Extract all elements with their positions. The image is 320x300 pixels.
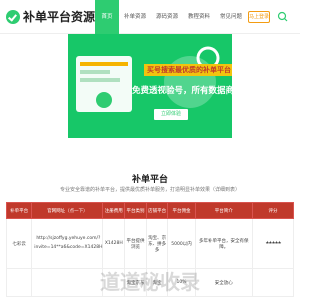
column-header: 平台类别 (124, 202, 147, 219)
watermark-text: 道道秘收录 (100, 270, 200, 294)
table-row: 七彩云 http://sjzoffyg.yehuye.com/?invite=1… (5, 218, 295, 269)
logo-check-icon (6, 9, 20, 24)
column-header: 平台简介 (194, 202, 253, 219)
nav-item-home[interactable]: 首页 (95, 0, 119, 34)
nav-item-source-code[interactable]: 源码资源 (151, 0, 183, 34)
column-header: 评分 (251, 202, 295, 219)
platform-commission: 5000以内 (167, 218, 196, 269)
column-header: 补单平台 (5, 202, 33, 219)
column-header: 官网网址（点一下） (31, 202, 104, 219)
platform-intro: 多年补单平台，安全有保障。 (194, 218, 253, 269)
try-now-button[interactable]: 立即体验 (154, 109, 188, 120)
hero-banner: 买号搜索最优质的补单平台 免费透视验号，所有数据商家一目了然 立即体验 (68, 34, 232, 138)
platform-category: 平台提供浏览 (124, 218, 147, 269)
nav-item-tutorials[interactable]: 教程资料 (183, 0, 215, 34)
column-header: 平台佣金 (167, 202, 196, 219)
nav-item-faq[interactable]: 常见问题 (215, 0, 247, 34)
platform-name-link[interactable]: 七彩云 (5, 218, 33, 269)
banner-tagline: 买号搜索最优质的补单平台 (144, 64, 232, 76)
table-header-row: 补单平台 官网网址（点一下） 注册费用 平台类别 店铺平台 平台佣金 平台简介 … (5, 202, 295, 219)
site-header: 补单平台资源大全 首页 补单资源 源码资源 教程资料 常见问题 马上登录 (0, 0, 300, 34)
search-icon[interactable] (276, 11, 290, 23)
nav-item-resources[interactable]: 补单资源 (119, 0, 151, 34)
section-title: 补单平台 (131, 175, 168, 185)
banner-headline: 免费透视验号，所有数据商家一目了然 (132, 86, 232, 96)
login-button[interactable]: 马上登录 (248, 11, 270, 23)
platform-url-link[interactable]: http://sjzoffyg.yehuye.com/?invite=14**a… (31, 218, 104, 269)
column-header: 注册费用 (102, 202, 126, 219)
section-description: 专业安全靠谱的补单平台，提供最优质补单服务，打造明显补单效果（详细到表） (59, 187, 240, 193)
shop-platforms: 淘宝、京东、拼多多 (145, 218, 169, 269)
rating-stars: ★★★★★ (251, 218, 295, 269)
main-nav: 首页 补单资源 源码资源 教程资料 常见问题 (95, 0, 247, 34)
registration-fee: X1428H (102, 218, 126, 269)
column-header: 店铺平台 (145, 202, 169, 219)
